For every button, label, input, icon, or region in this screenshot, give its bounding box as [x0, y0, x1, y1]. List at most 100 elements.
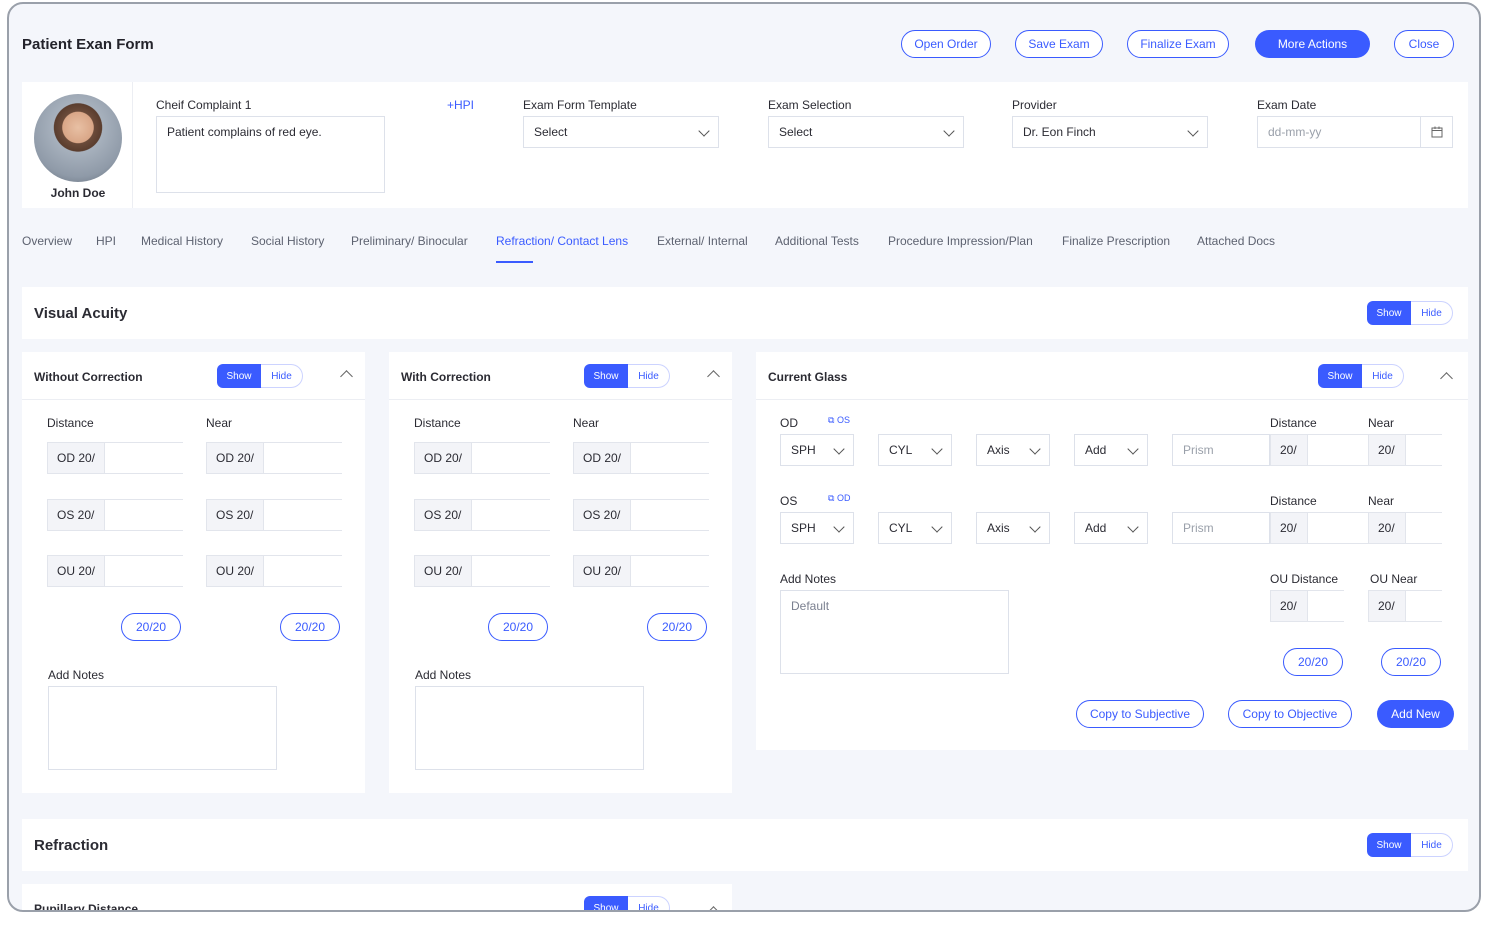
exam-date-input[interactable]: dd-mm-yy [1257, 116, 1453, 148]
show-button[interactable]: Show [1318, 364, 1362, 388]
os-sph-select[interactable]: SPH [780, 512, 854, 544]
field-input[interactable] [1308, 434, 1368, 466]
save-exam-button[interactable]: Save Exam [1015, 30, 1103, 58]
hpi-link[interactable]: +HPI [447, 98, 474, 112]
field-input[interactable] [264, 555, 342, 587]
field-input[interactable] [1406, 434, 1442, 466]
field-input[interactable] [1308, 590, 1344, 622]
ou-near-field[interactable]: 20/ [1368, 590, 1442, 622]
field-input[interactable] [105, 555, 183, 587]
od-prism-input[interactable]: Prism [1172, 434, 1270, 466]
calendar-icon[interactable] [1420, 117, 1452, 147]
exam-selection-select[interactable]: Select [768, 116, 964, 148]
hide-button[interactable]: Hide [261, 364, 303, 388]
near-20-20-button[interactable]: 20/20 [647, 613, 707, 641]
od-add-select[interactable]: Add [1074, 434, 1148, 466]
show-hide-toggle[interactable]: Show Hide [217, 364, 303, 388]
ou-near-field[interactable]: OU 20/ [573, 555, 709, 587]
field-input[interactable] [631, 555, 709, 587]
template-select[interactable]: Select [523, 116, 719, 148]
notes-textarea[interactable] [48, 686, 277, 770]
near-20-20-button[interactable]: 20/20 [280, 613, 340, 641]
os-near-field[interactable]: OS 20/ [206, 499, 342, 531]
ou-near-20-20-button[interactable]: 20/20 [1381, 648, 1441, 676]
od-distance-field[interactable]: OD 20/ [47, 442, 183, 474]
os-axis-select[interactable]: Axis [976, 512, 1050, 544]
od-distance-field[interactable]: 20/ [1270, 434, 1368, 466]
od-cyl-select[interactable]: CYL [878, 434, 952, 466]
ou-distance-field[interactable]: OU 20/ [47, 555, 183, 587]
collapse-icon[interactable] [707, 370, 720, 383]
copy-to-subjective-button[interactable]: Copy to Subjective [1076, 700, 1204, 728]
show-button[interactable]: Show [584, 364, 628, 388]
os-prism-input[interactable]: Prism [1172, 512, 1270, 544]
open-order-button[interactable]: Open Order [901, 30, 991, 58]
show-hide-toggle[interactable]: Show Hide [1367, 301, 1453, 325]
field-input[interactable] [472, 442, 550, 474]
tab-preliminary-binocular[interactable]: Preliminary/ Binocular [351, 234, 468, 248]
close-button[interactable]: Close [1394, 30, 1454, 58]
tab-hpi[interactable]: HPI [96, 234, 116, 248]
tab-finalize-prescription[interactable]: Finalize Prescription [1062, 234, 1170, 248]
hide-button[interactable]: Hide [628, 364, 670, 388]
os-near-field[interactable]: 20/ [1368, 512, 1442, 544]
tab-social-history[interactable]: Social History [251, 234, 324, 248]
field-input[interactable] [1406, 512, 1442, 544]
tab-overview[interactable]: Overview [22, 234, 72, 248]
more-actions-button[interactable]: More Actions [1255, 30, 1370, 58]
collapse-icon[interactable] [707, 906, 720, 910]
os-distance-field[interactable]: OS 20/ [414, 499, 550, 531]
finalize-exam-button[interactable]: Finalize Exam [1127, 30, 1229, 58]
od-sph-select[interactable]: SPH [780, 434, 854, 466]
os-cyl-select[interactable]: CYL [878, 512, 952, 544]
distance-20-20-button[interactable]: 20/20 [121, 613, 181, 641]
ou-near-field[interactable]: OU 20/ [206, 555, 342, 587]
tab-refraction-contact-lens[interactable]: Refraction/ Contact Lens [496, 234, 628, 248]
ou-distance-field[interactable]: 20/ [1270, 590, 1344, 622]
show-button[interactable]: Show [1367, 833, 1411, 857]
od-axis-select[interactable]: Axis [976, 434, 1050, 466]
field-input[interactable] [631, 442, 709, 474]
od-near-field[interactable]: OD 20/ [206, 442, 342, 474]
field-input[interactable] [105, 442, 183, 474]
hide-button[interactable]: Hide [1411, 301, 1453, 325]
copy-to-objective-button[interactable]: Copy to Objective [1228, 700, 1352, 728]
show-hide-toggle[interactable]: Show Hide [1367, 833, 1453, 857]
field-input[interactable] [472, 555, 550, 587]
show-button[interactable]: Show [1367, 301, 1411, 325]
show-hide-toggle[interactable]: Show Hide [1318, 364, 1404, 388]
field-input[interactable] [1406, 590, 1442, 622]
tab-additional-tests[interactable]: Additional Tests [775, 234, 859, 248]
hide-button[interactable]: Hide [628, 896, 670, 910]
copy-os-link[interactable]: ⧉ OS [828, 415, 850, 426]
copy-od-link[interactable]: ⧉ OD [828, 493, 850, 504]
field-input[interactable] [264, 499, 342, 531]
tab-attached-docs[interactable]: Attached Docs [1197, 234, 1275, 248]
field-input[interactable] [105, 499, 183, 531]
show-hide-toggle[interactable]: Show Hide [584, 896, 670, 910]
os-distance-field[interactable]: OS 20/ [47, 499, 183, 531]
provider-select[interactable]: Dr. Eon Finch [1012, 116, 1208, 148]
distance-20-20-button[interactable]: 20/20 [488, 613, 548, 641]
hide-button[interactable]: Hide [1411, 833, 1453, 857]
os-near-field[interactable]: OS 20/ [573, 499, 709, 531]
show-hide-toggle[interactable]: Show Hide [584, 364, 670, 388]
tab-external-internal[interactable]: External/ Internal [657, 234, 748, 248]
od-near-field[interactable]: OD 20/ [573, 442, 709, 474]
complaint-textarea[interactable]: Patient complains of red eye. [156, 116, 385, 193]
field-input[interactable] [631, 499, 709, 531]
field-input[interactable] [472, 499, 550, 531]
collapse-icon[interactable] [340, 370, 353, 383]
hide-button[interactable]: Hide [1362, 364, 1404, 388]
field-input[interactable] [1308, 512, 1368, 544]
ou-distance-20-20-button[interactable]: 20/20 [1283, 648, 1343, 676]
tab-procedure-impression-plan[interactable]: Procedure Impression/Plan [888, 234, 1033, 248]
od-distance-field[interactable]: OD 20/ [414, 442, 550, 474]
show-button[interactable]: Show [584, 896, 628, 910]
od-near-field[interactable]: 20/ [1368, 434, 1442, 466]
show-button[interactable]: Show [217, 364, 261, 388]
collapse-icon[interactable] [1440, 372, 1453, 385]
os-distance-field[interactable]: 20/ [1270, 512, 1368, 544]
add-new-button[interactable]: Add New [1377, 700, 1454, 728]
notes-textarea[interactable]: Default [780, 590, 1009, 674]
